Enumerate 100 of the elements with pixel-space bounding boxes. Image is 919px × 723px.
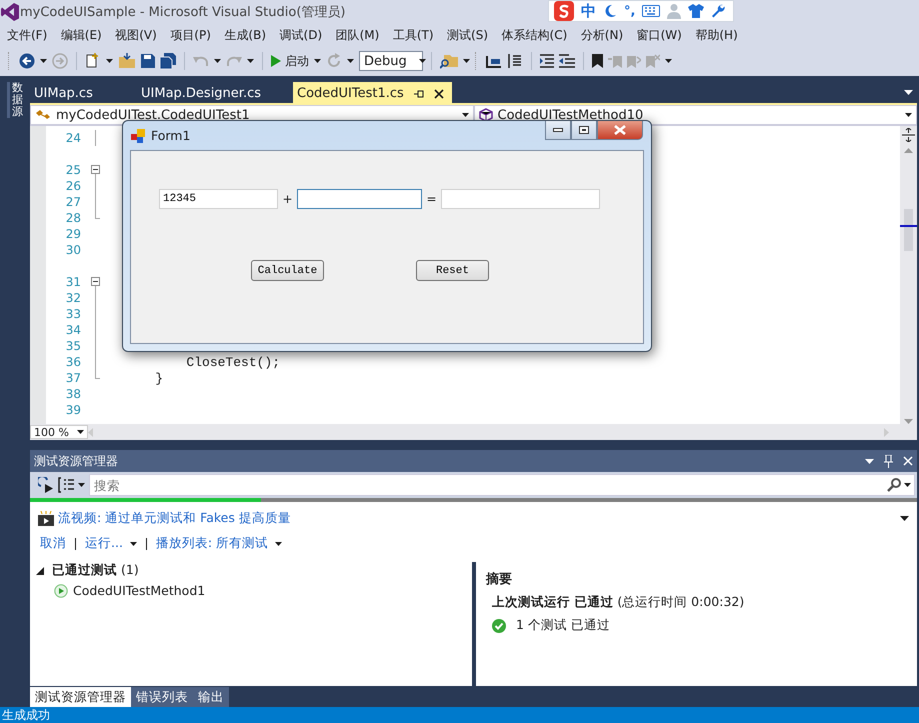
caret-icon: [462, 113, 468, 117]
menu-item[interactable]: 编辑(E): [56, 26, 106, 44]
document-tab[interactable]: UIMap.cs: [30, 82, 137, 103]
outdent-icon[interactable]: [540, 54, 554, 68]
keyboard-icon[interactable]: [642, 5, 660, 17]
caret-icon[interactable]: [130, 542, 137, 546]
text-field[interactable]: [297, 189, 422, 209]
line-number: 28: [64, 211, 82, 225]
document-tab[interactable]: CodedUITest1.cs: [293, 82, 452, 103]
collapse-icon[interactable]: [91, 277, 100, 286]
find-in-files-icon[interactable]: [440, 53, 458, 69]
minimize-button[interactable]: [545, 121, 571, 140]
split-icon[interactable]: [902, 128, 915, 142]
expanded-triangle-icon[interactable]: [36, 566, 44, 574]
group-by-icon[interactable]: [58, 477, 74, 493]
text-field[interactable]: 12345: [159, 189, 278, 209]
new-project-icon[interactable]: [85, 53, 101, 69]
action-link[interactable]: 取消: [40, 535, 66, 552]
menu-item[interactable]: 团队(M): [332, 26, 384, 44]
caret-icon[interactable]: [904, 483, 911, 487]
save-icon[interactable]: [141, 54, 155, 68]
menu-item[interactable]: 窗口(W): [632, 26, 686, 44]
caret-icon[interactable]: [275, 542, 282, 546]
restart-icon[interactable]: [326, 53, 342, 69]
close-button[interactable]: [597, 121, 643, 140]
caret-icon: [77, 430, 84, 434]
back-icon[interactable]: [19, 53, 35, 69]
line-number: 33: [64, 307, 82, 321]
caret-icon[interactable]: [106, 59, 113, 63]
run-tests-icon[interactable]: [38, 477, 54, 493]
menu-item[interactable]: 视图(V): [111, 26, 161, 44]
save-all-icon[interactable]: [160, 53, 176, 69]
moon-icon[interactable]: [603, 4, 617, 18]
status-text: 生成成功: [2, 706, 50, 723]
ime-logo-icon[interactable]: [554, 1, 574, 21]
action-link[interactable]: 运行...: [85, 535, 123, 552]
window-title: myCodeUISample - Microsoft Visual Studio(管理员): [20, 4, 346, 21]
menu-item[interactable]: 体系结构(C): [498, 26, 572, 44]
search-field[interactable]: 搜索: [89, 474, 915, 496]
minimize-icon: [553, 128, 563, 132]
menu-item[interactable]: 调试(D): [276, 26, 326, 44]
test-name[interactable]: CodedUITestMethod1: [73, 583, 206, 598]
caret-icon[interactable]: [347, 59, 354, 63]
panel-tab[interactable]: 测试资源管理器: [30, 687, 131, 707]
maximize-button[interactable]: [571, 121, 597, 140]
menu-item[interactable]: 生成(B): [220, 26, 270, 44]
menu-item[interactable]: 测试(S): [443, 26, 492, 44]
input-mode-toggle[interactable]: 中: [581, 2, 596, 20]
shirt-icon[interactable]: [688, 4, 704, 18]
options-caret-icon[interactable]: [900, 516, 909, 521]
search-icon[interactable]: [887, 478, 901, 492]
menu-item[interactable]: 文件(F): [3, 26, 52, 44]
panel-title: 测试资源管理器: [34, 452, 118, 470]
pin-icon[interactable]: [414, 88, 424, 98]
zoom-dropdown[interactable]: 100 %: [30, 425, 88, 439]
action-link[interactable]: 播放列表: 所有测试: [156, 535, 268, 552]
menu-item[interactable]: 分析(N): [576, 26, 628, 44]
side-tab[interactable]: 数据源: [7, 82, 23, 118]
line-number: 37: [64, 371, 82, 385]
form-button[interactable]: Calculate: [251, 260, 324, 281]
caret-icon[interactable]: [665, 59, 672, 63]
start-button[interactable]: 启动: [271, 52, 309, 70]
play-icon[interactable]: [271, 55, 281, 67]
document-tab[interactable]: UIMap.Designer.cs: [137, 82, 293, 103]
caret-icon[interactable]: [463, 59, 470, 63]
bookmark-icon[interactable]: [592, 54, 603, 68]
collapse-icon[interactable]: [91, 165, 100, 174]
close-icon[interactable]: [434, 88, 444, 98]
caret-icon[interactable]: [314, 59, 321, 63]
video-link[interactable]: 流视频: 通过单元测试和 Fakes 提高质量: [58, 510, 291, 527]
menu-item[interactable]: 项目(P): [166, 26, 215, 44]
caret-icon[interactable]: [78, 483, 85, 487]
menu-item[interactable]: 工具(T): [388, 26, 438, 44]
tab-list-caret-icon[interactable]: [904, 90, 913, 95]
punctuation-toggle[interactable]: °,: [624, 4, 636, 18]
code-line: CloseTest();: [185, 354, 280, 370]
menu-item[interactable]: 帮助(H): [691, 26, 742, 44]
line-number: 32: [64, 291, 82, 305]
wrench-icon[interactable]: [711, 4, 726, 18]
line-number: 31: [64, 275, 82, 289]
test-group-label[interactable]: 已通过测试 (1): [52, 562, 139, 579]
class-icon: [35, 108, 51, 122]
columns-icon[interactable]: [507, 53, 523, 69]
caret-icon[interactable]: [247, 59, 254, 63]
configuration-dropdown[interactable]: Debug: [359, 51, 423, 71]
form-title: Form1: [151, 128, 190, 143]
panel-tab[interactable]: 错误列表: [131, 687, 193, 707]
caret-icon[interactable]: [40, 59, 47, 63]
caret-icon[interactable]: [214, 59, 221, 63]
check-circle-icon: [492, 618, 506, 632]
panel-tab[interactable]: 输出: [193, 687, 229, 707]
indent-icon[interactable]: [559, 54, 575, 68]
visual-studio-logo-icon: [0, 2, 20, 22]
comment-icon[interactable]: [486, 54, 502, 68]
line-number: 24: [64, 131, 82, 145]
close-icon: [614, 125, 626, 135]
method-icon: [478, 108, 492, 122]
form-button[interactable]: Reset: [416, 260, 489, 281]
open-folder-icon[interactable]: [118, 53, 136, 69]
panel-menu-caret-icon[interactable]: [865, 458, 874, 464]
